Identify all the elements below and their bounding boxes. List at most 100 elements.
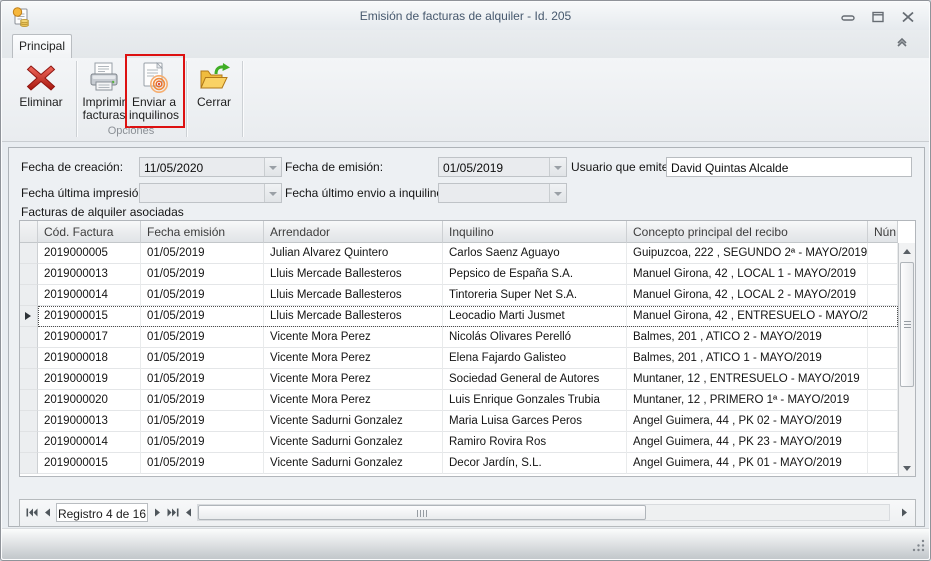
cell[interactable]: Vicente Mora Perez xyxy=(264,390,443,411)
fecha-ultima-impresion-field[interactable] xyxy=(139,183,282,203)
row-indicator[interactable] xyxy=(20,390,38,411)
cell[interactable]: 01/05/2019 xyxy=(141,327,264,348)
cell[interactable]: 2019000015 xyxy=(38,453,141,474)
fecha-emision-field[interactable]: 01/05/2019 xyxy=(438,157,567,177)
row-indicator[interactable] xyxy=(20,327,38,348)
cell[interactable]: 2019000019 xyxy=(38,369,141,390)
cell[interactable]: Carlos Saenz Aguayo xyxy=(443,243,627,264)
cell[interactable]: 2019000013 xyxy=(38,411,141,432)
cerrar-button[interactable]: Cerrar xyxy=(190,60,238,128)
cell[interactable]: Muntaner, 12 , ENTRESUELO - MAYO/2019 xyxy=(627,369,868,390)
cell[interactable]: Luis Enrique Gonzales Trubia xyxy=(443,390,627,411)
fecha-creacion-field[interactable]: 11/05/2020 xyxy=(139,157,282,177)
scroll-up-button[interactable] xyxy=(899,243,915,258)
tab-principal[interactable]: Principal xyxy=(12,34,72,58)
column-header-4[interactable]: Inquilino xyxy=(443,221,627,243)
cell[interactable] xyxy=(868,411,898,432)
title-bar[interactable]: Emisión de facturas de alquiler - Id. 20… xyxy=(2,2,929,30)
table-row[interactable]: 201900001501/05/2019Lluis Mercade Balles… xyxy=(20,306,915,327)
cell[interactable] xyxy=(868,264,898,285)
cell[interactable]: Ramiro Rovira Ros xyxy=(443,432,627,453)
cell[interactable]: 01/05/2019 xyxy=(141,390,264,411)
cell[interactable]: Lluis Mercade Ballesteros xyxy=(264,306,443,327)
vertical-scrollbar-thumb[interactable] xyxy=(900,262,914,387)
cell[interactable]: Sociedad General de Autores xyxy=(443,369,627,390)
imprimir-facturas-button[interactable]: Imprimir facturas xyxy=(80,60,128,128)
cell[interactable]: Manuel Girona, 42 , LOCAL 1 - MAYO/2019 xyxy=(627,264,868,285)
horizontal-scrollbar-thumb[interactable] xyxy=(198,505,646,520)
cell[interactable]: 2019000014 xyxy=(38,285,141,306)
scroll-right-button[interactable] xyxy=(897,504,911,521)
cell[interactable] xyxy=(868,243,898,264)
table-row[interactable]: 201900001401/05/2019Vicente Sadurni Gonz… xyxy=(20,432,915,453)
resize-grip[interactable] xyxy=(911,538,926,556)
usuario-emite-field[interactable]: David Quintas Alcalde xyxy=(666,157,912,177)
table-row[interactable]: 201900001901/05/2019Vicente Mora PerezSo… xyxy=(20,369,915,390)
horizontal-scrollbar[interactable] xyxy=(197,504,890,521)
focused-row-indicator[interactable] xyxy=(20,306,38,327)
cell[interactable]: Julian Alvarez Quintero xyxy=(264,243,443,264)
cell[interactable]: Vicente Sadurni Gonzalez xyxy=(264,453,443,474)
cell[interactable]: Angel Guimera, 44 , PK 23 - MAYO/2019 xyxy=(627,432,868,453)
cell[interactable]: Leocadio Marti Jusmet xyxy=(443,306,627,327)
dropdown-button[interactable] xyxy=(264,158,281,176)
cell[interactable] xyxy=(868,306,898,327)
scroll-left-button[interactable] xyxy=(181,504,195,521)
cell[interactable]: Lluis Mercade Ballesteros xyxy=(264,264,443,285)
cell[interactable]: Vicente Sadurni Gonzalez xyxy=(264,432,443,453)
cell[interactable]: Pepsico de España S.A. xyxy=(443,264,627,285)
column-header-2[interactable]: Fecha emisión xyxy=(141,221,264,243)
cell[interactable]: Vicente Mora Perez xyxy=(264,327,443,348)
cell[interactable]: Nicolás Olivares Perelló xyxy=(443,327,627,348)
last-record-button[interactable] xyxy=(165,504,181,521)
dropdown-button[interactable] xyxy=(549,184,566,202)
column-header-6[interactable]: Nún xyxy=(868,221,898,243)
cell[interactable]: Balmes, 201 , ATICO 2 - MAYO/2019 xyxy=(627,327,868,348)
cell[interactable]: 01/05/2019 xyxy=(141,264,264,285)
table-row[interactable]: 201900001301/05/2019Vicente Sadurni Gonz… xyxy=(20,411,915,432)
minimize-button[interactable] xyxy=(839,10,857,24)
row-indicator[interactable] xyxy=(20,285,38,306)
cell[interactable]: 01/05/2019 xyxy=(141,432,264,453)
cell[interactable]: Lluis Mercade Ballesteros xyxy=(264,285,443,306)
cell[interactable]: Manuel Girona, 42 , LOCAL 2 - MAYO/2019 xyxy=(627,285,868,306)
cell[interactable]: Decor Jardín, S.L. xyxy=(443,453,627,474)
cell[interactable]: Angel Guimera, 44 , PK 01 - MAYO/2019 xyxy=(627,453,868,474)
cell[interactable]: Angel Guimera, 44 , PK 02 - MAYO/2019 xyxy=(627,411,868,432)
table-row[interactable]: 201900002001/05/2019Vicente Mora PerezLu… xyxy=(20,390,915,411)
table-row[interactable]: 201900000501/05/2019Julian Alvarez Quint… xyxy=(20,243,915,264)
cell[interactable]: Maria Luisa Garces Peros xyxy=(443,411,627,432)
cell[interactable]: 2019000017 xyxy=(38,327,141,348)
cell[interactable]: 2019000020 xyxy=(38,390,141,411)
first-record-button[interactable] xyxy=(24,504,40,521)
table-row[interactable]: 201900001301/05/2019Lluis Mercade Balles… xyxy=(20,264,915,285)
dropdown-button[interactable] xyxy=(549,158,566,176)
cell[interactable]: Tintoreria Super Net S.A. xyxy=(443,285,627,306)
cell[interactable] xyxy=(868,327,898,348)
cell[interactable]: Elena Fajardo Galisteo xyxy=(443,348,627,369)
fecha-ultimo-envio-field[interactable] xyxy=(438,183,567,203)
cell[interactable]: 01/05/2019 xyxy=(141,348,264,369)
cell[interactable]: 2019000015 xyxy=(38,306,141,327)
row-indicator[interactable] xyxy=(20,369,38,390)
cell[interactable]: 01/05/2019 xyxy=(141,285,264,306)
cell[interactable]: Vicente Mora Perez xyxy=(264,348,443,369)
table-row[interactable]: 201900001501/05/2019Vicente Sadurni Gonz… xyxy=(20,453,915,474)
cell[interactable] xyxy=(868,432,898,453)
row-indicator[interactable] xyxy=(20,264,38,285)
eliminar-button[interactable]: Eliminar xyxy=(10,60,72,128)
cell[interactable]: 2019000014 xyxy=(38,432,141,453)
table-row[interactable]: 201900001801/05/2019Vicente Mora PerezEl… xyxy=(20,348,915,369)
previous-record-button[interactable] xyxy=(41,504,54,521)
scroll-down-button[interactable] xyxy=(899,461,915,476)
restore-button[interactable] xyxy=(869,10,887,24)
cell[interactable]: Guipuzcoa, 222 , SEGUNDO 2ª - MAYO/2019 xyxy=(627,243,868,264)
cell[interactable]: 2019000005 xyxy=(38,243,141,264)
cell[interactable] xyxy=(868,369,898,390)
column-header-3[interactable]: Arrendador xyxy=(264,221,443,243)
cell[interactable]: 2019000013 xyxy=(38,264,141,285)
table-row[interactable]: 201900001701/05/2019Vicente Mora PerezNi… xyxy=(20,327,915,348)
row-indicator[interactable] xyxy=(20,453,38,474)
enviar-a-inquilinos-button[interactable]: Enviar a inquilinos xyxy=(129,60,179,128)
cell[interactable]: Vicente Sadurni Gonzalez xyxy=(264,411,443,432)
